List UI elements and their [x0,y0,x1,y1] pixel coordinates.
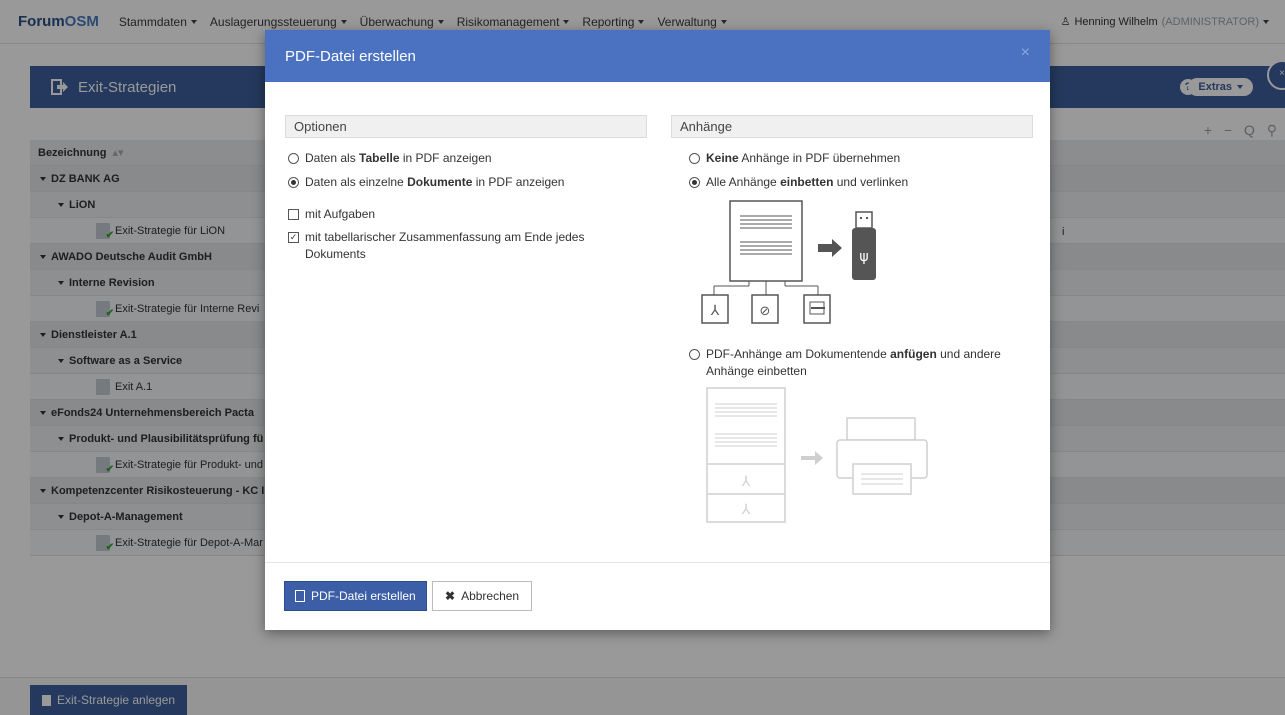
option-documents-radio[interactable]: Daten als einzelne Dokumente in PDF anze… [288,174,564,191]
attachments-embed-radio[interactable]: Alle Anhänge einbetten und verlinken [689,174,908,191]
option-table-radio[interactable]: Daten als Tabelle in PDF anzeigen [288,150,492,167]
tasks-checkbox[interactable]: mit Aufgaben [288,206,375,223]
svg-text:ψ: ψ [859,249,868,265]
attachments-section-title: Anhänge [671,115,1033,138]
pdf-file-icon [295,590,305,602]
attachments-none-radio[interactable]: Keine Anhänge in PDF übernehmen [689,150,900,167]
cancel-button[interactable]: ✖ Abbrechen [432,581,533,611]
checkbox-icon[interactable] [288,209,299,220]
options-section-title: Optionen [285,115,647,138]
create-pdf-button[interactable]: PDF-Datei erstellen [284,581,427,611]
svg-text:⊘: ⊘ [760,304,771,319]
embed-attachments-illustration: ⅄ ⊘ ψ [701,200,876,324]
summary-checkbox[interactable]: ✓ mit tabellarischer Zusammenfassung am … [288,229,618,263]
append-attachments-illustration: ⅄ ⅄ [706,387,928,523]
svg-text:⅄: ⅄ [710,303,720,319]
close-icon[interactable]: × [1021,44,1030,62]
dialog-header: PDF-Datei erstellen × [265,30,1050,82]
radio-icon[interactable] [288,153,299,164]
svg-text:⅄: ⅄ [741,474,751,490]
radio-icon[interactable] [689,349,700,360]
radio-icon[interactable] [689,153,700,164]
checkbox-checked-icon[interactable]: ✓ [288,232,299,243]
close-icon: ✖ [445,589,456,603]
radio-selected-icon[interactable] [689,177,700,188]
dialog-title: PDF-Datei erstellen [285,47,416,65]
svg-text:⅄: ⅄ [741,502,751,518]
dialog-footer: PDF-Datei erstellen ✖ Abbrechen [265,562,1050,630]
radio-selected-icon[interactable] [288,177,299,188]
attachments-append-radio[interactable]: PDF-Anhänge am Dokumentende anfügen und … [689,346,1019,380]
pdf-dialog: PDF-Datei erstellen × Optionen Daten als… [265,30,1050,630]
